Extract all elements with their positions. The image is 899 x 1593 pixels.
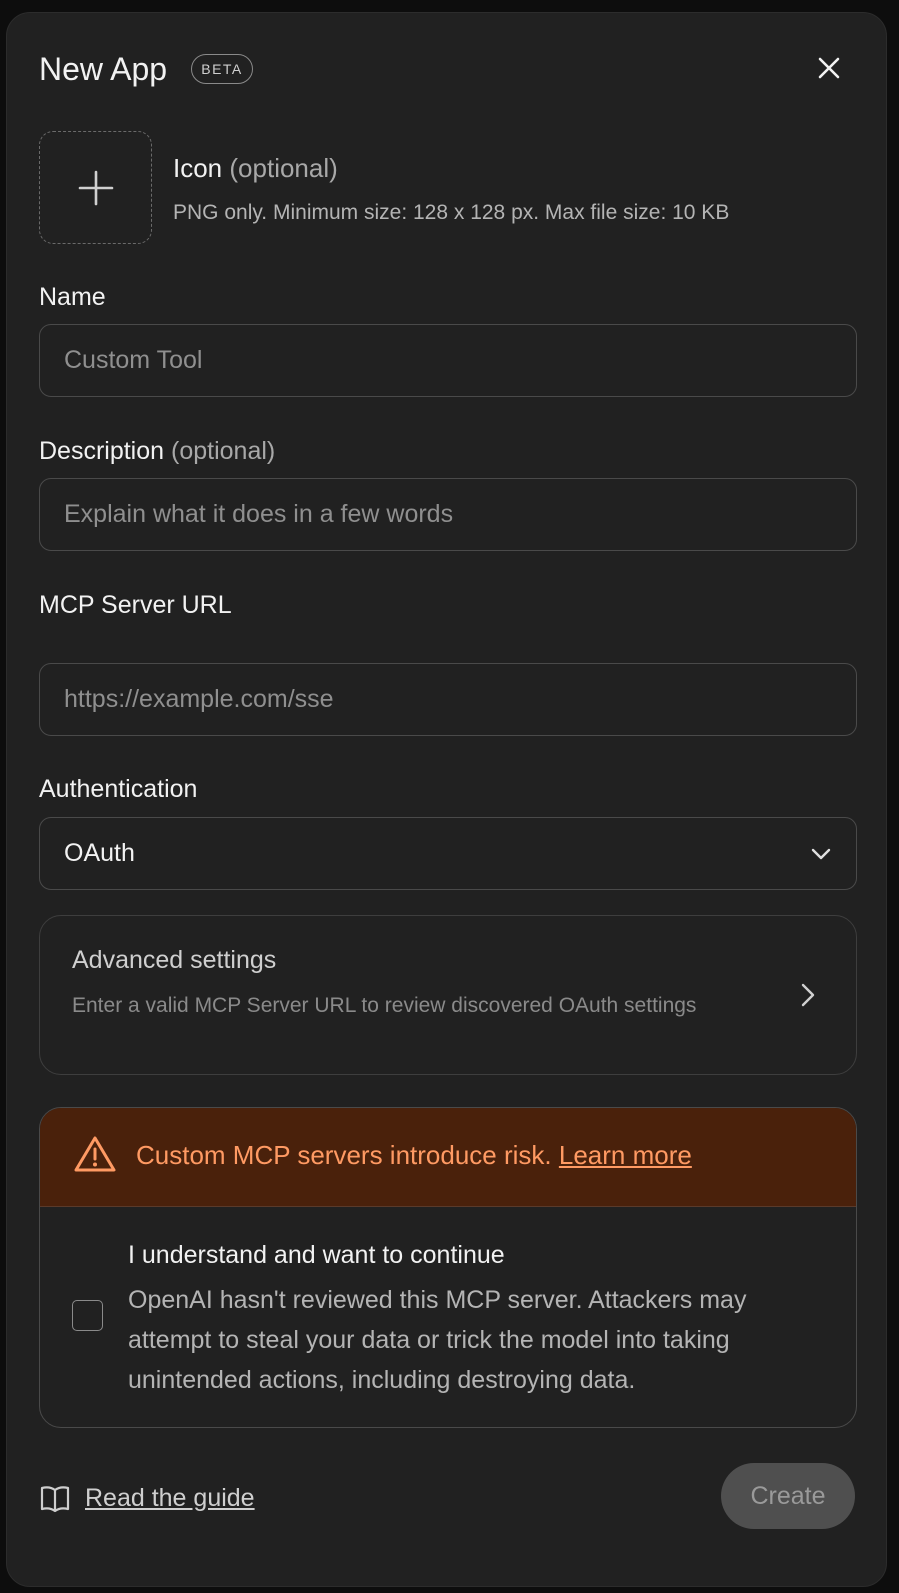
dialog-title: New App [39, 51, 168, 87]
risk-warning-banner: Custom MCP servers introduce risk. Learn… [40, 1108, 856, 1207]
advanced-settings-card[interactable]: Advanced settings Enter a valid MCP Serv… [39, 915, 857, 1075]
chevron-right-icon [800, 982, 816, 1013]
icon-upload-hint: PNG only. Minimum size: 128 x 128 px. Ma… [173, 201, 730, 224]
description-optional-label: (optional) [171, 437, 276, 465]
description-label-text: Description [39, 437, 165, 465]
plus-icon [78, 170, 113, 205]
new-app-dialog: New App BETA Icon (optional) PNG only. M… [6, 12, 887, 1587]
read-guide-label: Read the guide [85, 1483, 255, 1512]
book-icon [40, 1486, 70, 1513]
beta-badge: BETA [191, 54, 253, 84]
icon-upload-button[interactable] [39, 131, 152, 244]
description-input[interactable]: Explain what it does in a few words [39, 478, 857, 551]
warning-triangle-icon [72, 1134, 118, 1179]
risk-warning-message: Custom MCP servers introduce risk. [136, 1140, 552, 1170]
advanced-settings-description: Enter a valid MCP Server URL to review d… [72, 994, 697, 1017]
authentication-select[interactable]: OAuth [39, 817, 857, 890]
authentication-value: OAuth [64, 839, 135, 867]
icon-optional-label: (optional) [229, 153, 338, 183]
mcp-url-label: MCP Server URL [39, 591, 232, 619]
authentication-label: Authentication [39, 775, 198, 803]
create-button[interactable]: Create [721, 1463, 855, 1529]
close-icon[interactable] [814, 53, 844, 83]
description-label: Description (optional) [39, 437, 275, 466]
acknowledge-title: I understand and want to continue [128, 1241, 505, 1269]
name-label: Name [39, 283, 106, 311]
read-guide-link[interactable]: Read the guide [39, 1483, 255, 1513]
risk-warning-text: Custom MCP servers introduce risk. Learn… [136, 1140, 692, 1171]
acknowledge-body: OpenAI hasn't reviewed this MCP server. … [128, 1286, 747, 1394]
risk-warning-card: Custom MCP servers introduce risk. Learn… [39, 1107, 857, 1428]
advanced-settings-title: Advanced settings [72, 946, 277, 974]
chevron-down-icon [811, 848, 831, 859]
learn-more-link[interactable]: Learn more [559, 1140, 692, 1170]
acknowledge-checkbox[interactable] [72, 1300, 103, 1331]
name-input[interactable]: Custom Tool [39, 324, 857, 397]
mcp-url-input[interactable]: https://example.com/sse [39, 663, 857, 736]
icon-label: Icon [173, 153, 223, 183]
icon-upload-title: Icon (optional) [173, 153, 338, 184]
